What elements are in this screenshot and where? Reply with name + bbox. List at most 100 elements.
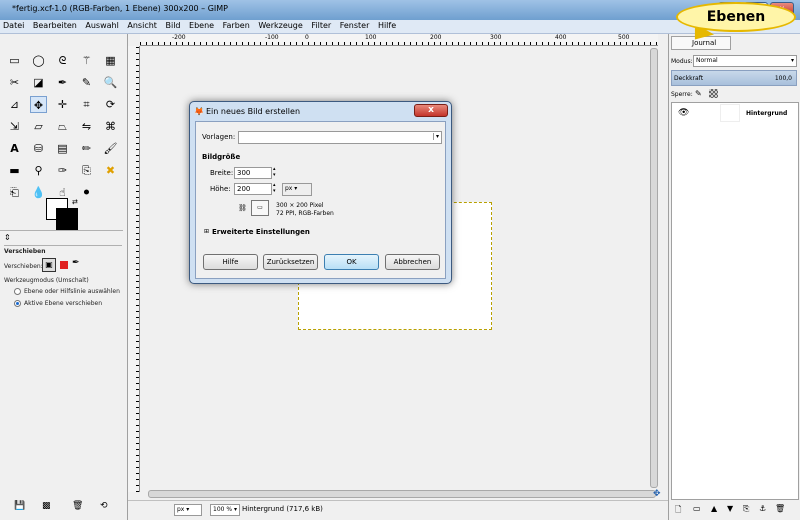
radio-pick-layer-label: Ebene oder Hilfslinie auswählen [24, 288, 120, 295]
height-input[interactable]: 200 [234, 183, 272, 195]
crop-icon[interactable]: ⌗ [78, 96, 95, 113]
opacity-slider[interactable]: Deckkraft 100,0 [671, 70, 797, 86]
landscape-orientation-icon[interactable]: ▭ [251, 200, 269, 216]
move-selection-button[interactable] [60, 261, 68, 269]
lock-pixels-icon[interactable]: ✎ [695, 89, 702, 98]
menu-werkzeuge[interactable]: Werkzeuge [255, 20, 305, 31]
paths-icon[interactable]: ✒ [54, 74, 71, 91]
move-path-button[interactable]: ✒ [72, 258, 80, 268]
ruler-label: 500 [618, 34, 630, 41]
vertical-ruler[interactable] [128, 46, 140, 492]
ink-icon[interactable]: ✑ [54, 162, 71, 179]
menu-ebene[interactable]: Ebene [186, 20, 217, 31]
delete-options-icon[interactable]: 🗑 [72, 501, 83, 511]
eraser-icon[interactable]: ▬ [6, 162, 23, 179]
lasso-icon[interactable]: ᘓ [54, 52, 71, 69]
dialog-body: Vorlagen: ▾ Bildgröße Breite: 300 ▴ ▾ Höh… [195, 121, 446, 279]
shear-icon[interactable]: ▱ [30, 118, 47, 135]
menu-farben[interactable]: Farben [220, 20, 253, 31]
lower-layer-icon[interactable]: ▼ [727, 504, 733, 513]
vertical-scrollbar[interactable] [650, 48, 658, 488]
color-picker-icon[interactable]: ✎ [78, 74, 95, 91]
scale-icon[interactable]: ⇲ [6, 118, 23, 135]
layer-row[interactable]: 👁 Hintergrund [672, 103, 798, 125]
template-select[interactable]: ▾ [238, 131, 442, 144]
dodge-burn-icon[interactable]: ⚫ [78, 184, 95, 201]
lock-alpha-icon[interactable] [709, 89, 718, 98]
layer-list: 👁 Hintergrund [671, 102, 799, 500]
anchor-layer-icon[interactable]: ⚓ [759, 504, 766, 513]
ruler-label: 100 [365, 34, 377, 41]
bucket-fill-icon[interactable]: ⛁ [30, 140, 47, 157]
menu-filter[interactable]: Filter [308, 20, 334, 31]
zoom-icon[interactable]: 🔍 [102, 74, 119, 91]
flip-icon[interactable]: ⇋ [78, 118, 95, 135]
navigate-icon[interactable]: ✥ [653, 489, 661, 499]
magic-wand-icon[interactable]: ⚚ [78, 52, 95, 69]
radio-pick-layer[interactable]: Ebene oder Hilfslinie auswählen [14, 288, 120, 295]
horizontal-ruler[interactable]: -200 -100 0 100 200 300 400 500 [140, 34, 658, 46]
new-layer-icon[interactable]: 🗋 [675, 504, 681, 518]
ok-button[interactable]: OK [324, 254, 379, 270]
align-icon[interactable]: ✛ [54, 96, 71, 113]
rect-select-icon[interactable]: ▭ [6, 52, 23, 69]
measure-icon[interactable]: ⊿ [6, 96, 23, 113]
menu-auswahl[interactable]: Auswahl [82, 20, 121, 31]
perspective-clone-icon[interactable]: ⎗ [6, 184, 23, 201]
swap-colors-icon[interactable]: ⇄ [72, 198, 78, 206]
blend-icon[interactable]: ▤ [54, 140, 71, 157]
menu-bearbeiten[interactable]: Bearbeiten [30, 20, 80, 31]
heal-icon[interactable]: ✖ [102, 162, 119, 179]
menu-hilfe[interactable]: Hilfe [375, 20, 399, 31]
foreground-select-icon[interactable]: ◪ [30, 74, 47, 91]
advanced-settings-toggle[interactable]: Erweiterte Einstellungen [212, 228, 310, 236]
cancel-button[interactable]: Abbrechen [385, 254, 440, 270]
eye-icon[interactable]: 👁 [678, 108, 689, 118]
delete-layer-icon[interactable]: 🗑 [775, 504, 785, 513]
reset-options-icon[interactable]: ⟲ [100, 501, 108, 511]
rotate-icon[interactable]: ⟳ [102, 96, 119, 113]
radio-move-active-layer[interactable]: Aktive Ebene verschieben [14, 300, 102, 307]
cage-icon[interactable]: ⌘ [102, 118, 119, 135]
move-icon[interactable]: ✥ [30, 96, 47, 113]
expander-icon[interactable]: ⊞ [204, 228, 209, 235]
horizontal-scrollbar[interactable] [148, 490, 656, 498]
ellipse-select-icon[interactable]: ◯ [30, 52, 47, 69]
paintbrush-icon[interactable]: 🖌 [102, 140, 119, 157]
pencil-icon[interactable]: ✏ [78, 140, 95, 157]
zoom-select[interactable]: 100 % ▾ [210, 504, 240, 516]
reset-button[interactable]: Zurücksetzen [263, 254, 318, 270]
duplicate-layer-icon[interactable]: ⎘ [743, 504, 749, 514]
chain-link-icon[interactable]: ⛓ [238, 204, 247, 212]
height-spin-icon[interactable]: ▴ ▾ [273, 182, 276, 194]
ruler-label: 200 [430, 34, 442, 41]
help-button[interactable]: Hilfe [203, 254, 258, 270]
radio-move-active-layer-label: Aktive Ebene verschieben [24, 300, 103, 307]
dialog-app-icon: 🦊 [194, 107, 204, 116]
width-spin-icon[interactable]: ▴ ▾ [273, 166, 276, 178]
ruler-label: -200 [172, 34, 186, 41]
menu-datei[interactable]: Datei [0, 20, 27, 31]
select-by-color-icon[interactable]: ▦ [102, 52, 119, 69]
restore-options-icon[interactable]: ▩ [42, 501, 51, 511]
menu-ansicht[interactable]: Ansicht [124, 20, 160, 31]
perspective-icon[interactable]: ⏢ [54, 118, 71, 135]
mode-select[interactable]: Normal ▾ [693, 55, 797, 67]
new-layer-group-icon[interactable]: ▭ [693, 504, 701, 513]
text-icon[interactable]: A [6, 140, 23, 157]
clone-icon[interactable]: ⎘ [78, 162, 95, 179]
blur-icon[interactable]: 💧 [30, 184, 47, 201]
save-options-icon[interactable]: 💾 [14, 501, 25, 511]
width-input[interactable]: 300 [234, 167, 272, 179]
scissors-icon[interactable]: ✂ [6, 74, 23, 91]
tool-options-tab-icon[interactable]: ⇕ [4, 233, 11, 242]
unit-dropdown[interactable]: px ▾ [282, 183, 312, 196]
raise-layer-icon[interactable]: ▲ [711, 504, 717, 513]
unit-select[interactable]: px ▾ [174, 504, 202, 516]
menu-fenster[interactable]: Fenster [337, 20, 373, 31]
move-layer-button[interactable]: ▣ [42, 258, 56, 272]
background-color-swatch[interactable] [56, 208, 78, 230]
airbrush-icon[interactable]: ⚲ [30, 162, 47, 179]
dialog-close-button[interactable]: x [414, 104, 448, 117]
menu-bild[interactable]: Bild [162, 20, 183, 31]
